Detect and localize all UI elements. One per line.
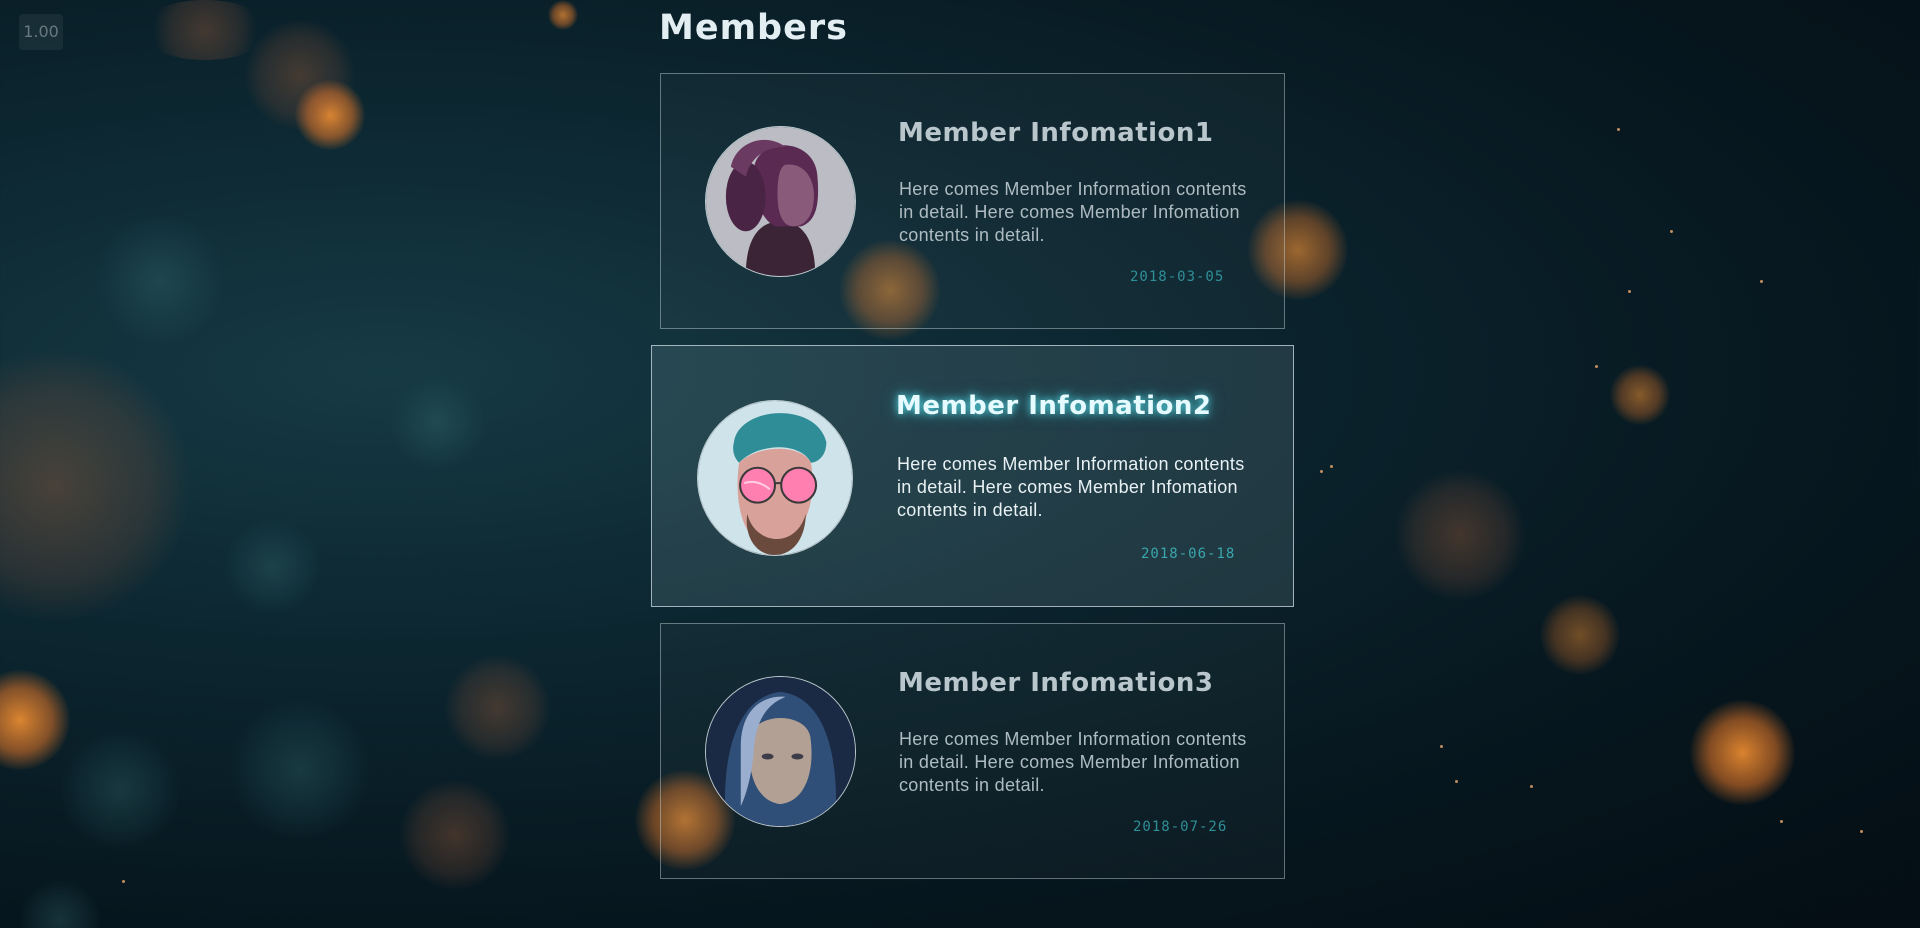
bokeh-light [20, 880, 100, 928]
bokeh-light [400, 780, 510, 890]
bokeh-light [1610, 365, 1670, 425]
bokeh-speck [1530, 785, 1533, 788]
bokeh-speck [1628, 290, 1631, 293]
bokeh-light [0, 670, 70, 770]
member-description: Here comes Member Information contents i… [899, 729, 1247, 795]
member-title: Member Infomation1 [898, 118, 1214, 148]
member-description: Here comes Member Information contents i… [899, 179, 1247, 245]
member-avatar [697, 400, 853, 556]
member-title: Member Infomation3 [898, 668, 1214, 698]
zoom-level-badge: 1.00 [19, 14, 63, 50]
member-date: 2018-03-05 [1130, 269, 1225, 285]
bokeh-light [140, 0, 270, 60]
bokeh-speck [122, 880, 125, 883]
bokeh-speck [1617, 128, 1620, 131]
member-date: 2018-06-18 [1141, 546, 1236, 562]
bokeh-speck [1440, 745, 1443, 748]
bokeh-light [1540, 595, 1620, 675]
bokeh-light [1690, 700, 1795, 805]
member-card-1[interactable]: Member Infomation1 Here comes Member Inf… [660, 73, 1285, 329]
member-title: Member Infomation2 [896, 391, 1212, 421]
member-avatar [705, 676, 856, 827]
bokeh-light [245, 20, 355, 130]
member-card-3[interactable]: Member Infomation3 Here comes Member Inf… [660, 623, 1285, 879]
bokeh-speck [1860, 830, 1863, 833]
bokeh-light [60, 730, 180, 850]
member-avatar [705, 126, 856, 277]
bokeh-light [390, 375, 485, 470]
member-description: Here comes Member Information contents i… [897, 454, 1245, 520]
bokeh-speck [1670, 230, 1673, 233]
member-card-2[interactable]: Member Infomation2 Here comes Member Inf… [651, 345, 1294, 607]
bokeh-light [445, 655, 550, 760]
bokeh-light [230, 700, 370, 840]
bokeh-speck [1760, 280, 1763, 283]
bokeh-light [1395, 470, 1525, 600]
bokeh-speck [1320, 470, 1323, 473]
page-title: Members [659, 8, 848, 48]
bokeh-light [295, 80, 365, 150]
bokeh-light [225, 520, 320, 615]
member-date: 2018-07-26 [1133, 819, 1228, 835]
bokeh-speck [1595, 365, 1598, 368]
bokeh-speck [1455, 780, 1458, 783]
bokeh-light [95, 215, 225, 345]
bokeh-speck [1780, 820, 1783, 823]
bokeh-light [0, 350, 190, 620]
bokeh-speck [1330, 465, 1333, 468]
bokeh-light [548, 0, 578, 30]
